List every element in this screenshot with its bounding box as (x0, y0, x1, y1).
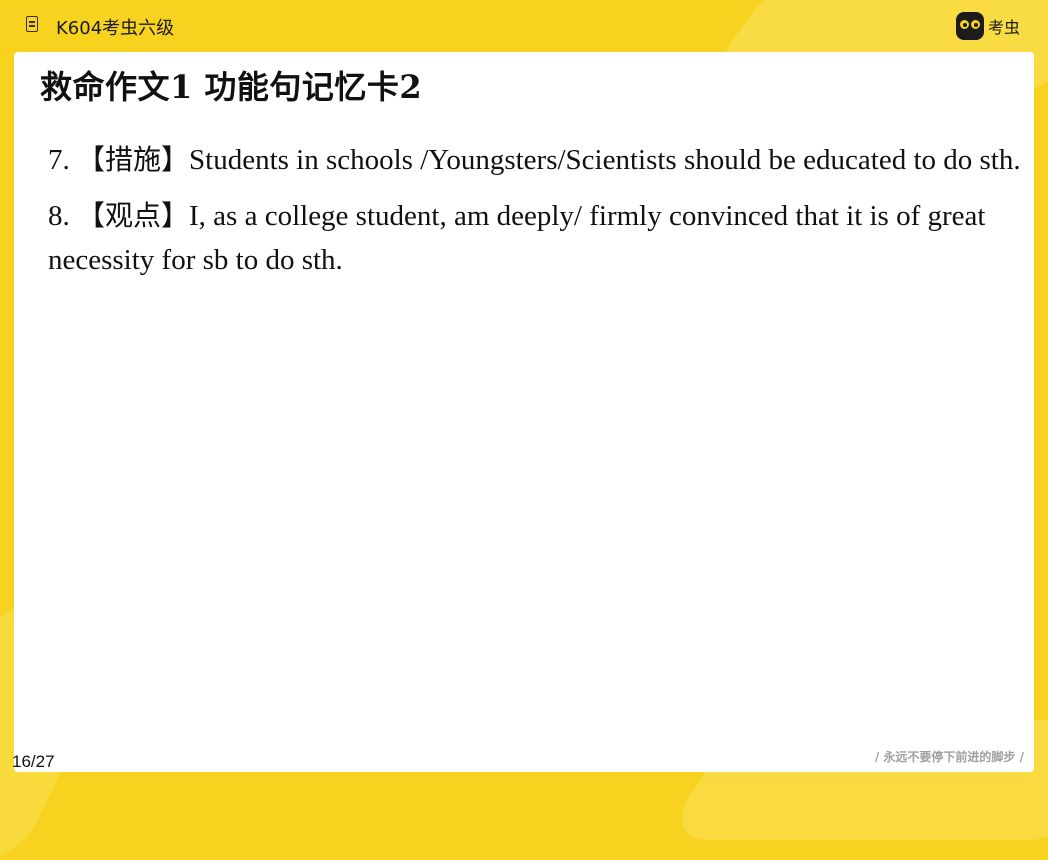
sentence-item: 8. 【观点】I, as a college student, am deepl… (48, 194, 1038, 282)
item-text: I, as a college student, am deeply/ firm… (48, 200, 986, 276)
item-number: 8. (48, 200, 70, 232)
kaochong-logo-icon (955, 12, 984, 40)
document-icon (26, 16, 38, 32)
item-text: Students in schools /Youngsters/Scientis… (189, 144, 1021, 176)
brand-name: 考虫 (987, 18, 1020, 37)
slide-title: 救命作文1 功能句记忆卡2 (40, 68, 423, 106)
item-number: 7. (48, 144, 70, 176)
slide-content: 救命作文1 功能句记忆卡2 7. 【措施】Students in schools… (14, 52, 1034, 772)
page-indicator: 16/27 (12, 752, 55, 771)
sentence-list: 7. 【措施】Students in schools /Youngsters/S… (48, 138, 1038, 294)
brand: 考虫 (955, 12, 1020, 40)
course-title: K604考虫六级 (56, 18, 175, 39)
item-tag: 【措施】 (77, 143, 190, 176)
footer-slogan: / 永远不要停下前进的脚步 / (874, 750, 1024, 764)
item-tag: 【观点】 (77, 199, 190, 232)
top-bar: K604考虫六级 考虫 (0, 0, 1048, 52)
sentence-item: 7. 【措施】Students in schools /Youngsters/S… (48, 138, 1038, 182)
